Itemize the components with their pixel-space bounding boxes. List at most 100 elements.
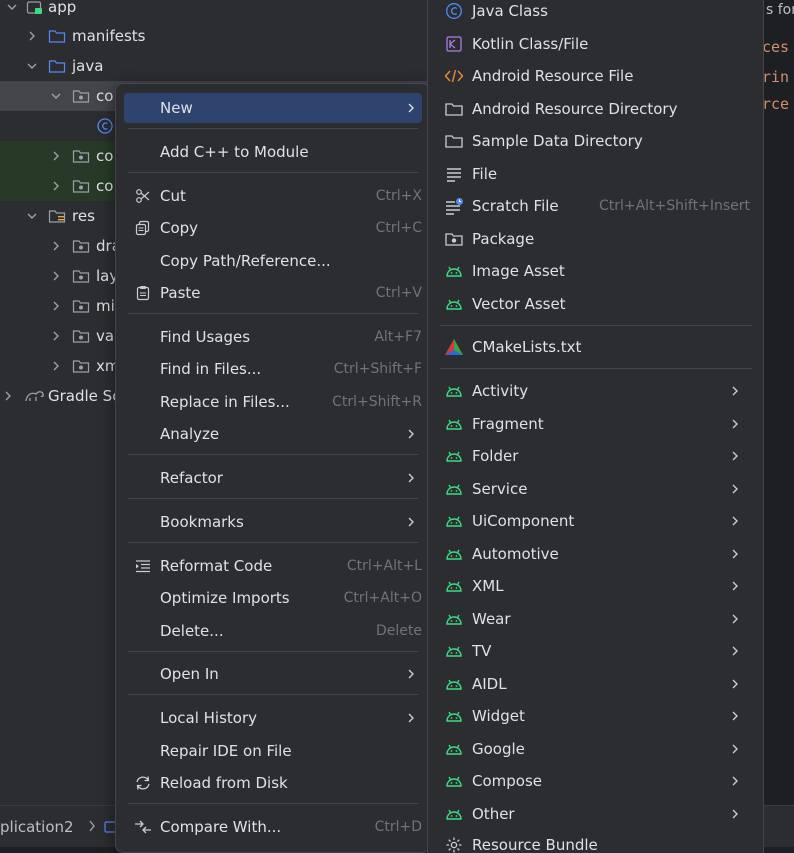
submenu-item-other[interactable]: Other	[438, 799, 758, 829]
menu-item-copy[interactable]: Copy Ctrl+C	[124, 213, 422, 243]
chevron-right-icon	[730, 546, 740, 562]
submenu-item-file[interactable]: File	[438, 159, 758, 189]
submenu-item-package[interactable]: Package	[438, 224, 758, 254]
menu-item-copy-path[interactable]: Copy Path/Reference...	[124, 246, 422, 276]
module-icon	[26, 0, 44, 15]
chevron-right-icon[interactable]	[0, 388, 16, 404]
chevron-right-icon[interactable]	[48, 298, 64, 314]
compare-icon	[134, 818, 152, 836]
code-line: rin	[762, 68, 790, 86]
submenu-item-label: Activity	[472, 382, 529, 400]
menu-item-new[interactable]: New	[124, 93, 422, 123]
menu-separator	[128, 542, 418, 543]
chevron-down-icon[interactable]	[48, 88, 64, 104]
shortcut-label: Ctrl+C	[375, 220, 422, 236]
menu-item-label: Find Usages	[160, 328, 251, 346]
submenu-item-label: Compose	[472, 772, 543, 790]
shortcut-label: Ctrl+Alt+Shift+Insert	[598, 198, 750, 214]
chevron-right-icon[interactable]	[48, 328, 64, 344]
menu-item-refactor[interactable]: Refactor	[124, 463, 422, 493]
chevron-right-icon	[406, 100, 416, 116]
chevron-right-icon[interactable]	[48, 358, 64, 374]
android-icon	[444, 479, 464, 499]
submenu-item-java-class[interactable]: Java Class	[438, 0, 758, 26]
menu-separator	[128, 172, 418, 173]
chevron-right-icon[interactable]	[48, 148, 64, 164]
submenu-item-label: Java Class	[472, 2, 548, 20]
submenu-item-kotlin-class[interactable]: Kotlin Class/File	[438, 29, 758, 59]
android-icon	[444, 576, 464, 596]
chevron-right-icon	[730, 416, 740, 432]
submenu-item-image-asset[interactable]: Image Asset	[438, 256, 758, 286]
menu-item-label: Optimize Imports	[160, 589, 290, 607]
menu-item-find-in-files[interactable]: Find in Files... Ctrl+Shift+F	[124, 354, 422, 384]
submenu-item-scratch-file[interactable]: Scratch File Ctrl+Alt+Shift+Insert	[438, 191, 758, 221]
submenu-item-folder[interactable]: Folder	[438, 441, 758, 471]
submenu-item-tv[interactable]: TV	[438, 636, 758, 666]
menu-item-open-in[interactable]: Open In	[124, 659, 422, 689]
menu-item-label: New	[160, 99, 193, 117]
chevron-right-icon[interactable]	[48, 238, 64, 254]
chevron-right-icon[interactable]	[24, 28, 40, 44]
submenu-item-label: Automotive	[472, 545, 559, 563]
chevron-right-icon	[730, 481, 740, 497]
android-icon	[444, 771, 464, 791]
submenu-item-label: Fragment	[472, 415, 544, 433]
chevron-right-icon[interactable]	[48, 268, 64, 284]
package-icon	[72, 88, 90, 104]
menu-item-reformat-code[interactable]: Reformat Code Ctrl+Alt+L	[124, 551, 422, 581]
submenu-item-widget[interactable]: Widget	[438, 701, 758, 731]
android-icon	[444, 446, 464, 466]
android-icon	[444, 641, 464, 661]
submenu-item-label: Image Asset	[472, 262, 565, 280]
chevron-right-icon[interactable]	[48, 178, 64, 194]
submenu-item-google[interactable]: Google	[438, 734, 758, 764]
android-icon	[444, 261, 464, 281]
submenu-item-compose[interactable]: Compose	[438, 766, 758, 796]
submenu-item-wear[interactable]: Wear	[438, 604, 758, 634]
menu-item-compare-with[interactable]: Compare With... Ctrl+D	[124, 812, 422, 842]
shortcut-label: Ctrl+Shift+R	[332, 394, 422, 410]
submenu-item-xml[interactable]: XML	[438, 571, 758, 601]
submenu-item-cmakelists[interactable]: CMakeLists.txt	[438, 332, 758, 362]
submenu-item-resource-bundle[interactable]: Resource Bundle	[438, 830, 758, 853]
menu-item-add-cpp[interactable]: Add C++ to Module	[124, 137, 422, 167]
menu-item-bookmarks[interactable]: Bookmarks	[124, 507, 422, 537]
menu-item-repair-ide[interactable]: Repair IDE on File	[124, 736, 422, 766]
menu-item-optimize-imports[interactable]: Optimize Imports Ctrl+Alt+O	[124, 583, 422, 613]
submenu-item-aidl[interactable]: AIDL	[438, 669, 758, 699]
menu-item-label: Repair IDE on File	[160, 742, 292, 760]
menu-item-label: Copy	[160, 219, 199, 237]
menu-item-analyze[interactable]: Analyze	[124, 419, 422, 449]
chevron-down-icon[interactable]	[24, 208, 40, 224]
shortcut-label: Ctrl+D	[374, 819, 422, 835]
breadcrumb[interactable]: plication2	[0, 818, 74, 836]
android-icon	[444, 381, 464, 401]
xml-file-icon	[444, 66, 464, 86]
menu-item-reload-from-disk[interactable]: Reload from Disk	[124, 768, 422, 798]
chevron-down-icon[interactable]	[4, 0, 20, 15]
submenu-item-label: Wear	[472, 610, 511, 628]
submenu-item-fragment[interactable]: Fragment	[438, 409, 758, 439]
package-icon	[72, 328, 90, 344]
menu-item-delete[interactable]: Delete... Delete	[124, 616, 422, 646]
menu-item-cut[interactable]: Cut Ctrl+X	[124, 181, 422, 211]
package-icon	[72, 238, 90, 254]
submenu-item-android-resource-file[interactable]: Android Resource File	[438, 61, 758, 91]
menu-item-replace-in-files[interactable]: Replace in Files... Ctrl+Shift+R	[124, 387, 422, 417]
menu-item-paste[interactable]: Paste Ctrl+V	[124, 278, 422, 308]
android-icon	[444, 511, 464, 531]
submenu-item-label: Folder	[472, 447, 519, 465]
submenu-item-uicomponent[interactable]: UiComponent	[438, 506, 758, 536]
menu-item-local-history[interactable]: Local History	[124, 703, 422, 733]
submenu-item-vector-asset[interactable]: Vector Asset	[438, 289, 758, 319]
chevron-down-icon[interactable]	[24, 58, 40, 74]
menu-item-find-usages[interactable]: Find Usages Alt+F7	[124, 322, 422, 352]
submenu-item-automotive[interactable]: Automotive	[438, 539, 758, 569]
submenu-item-activity[interactable]: Activity	[438, 376, 758, 406]
submenu-item-sample-data-directory[interactable]: Sample Data Directory	[438, 126, 758, 156]
submenu-item-android-resource-directory[interactable]: Android Resource Directory	[438, 94, 758, 124]
chevron-right-icon	[730, 611, 740, 627]
package-icon	[72, 268, 90, 284]
submenu-item-service[interactable]: Service	[438, 474, 758, 504]
